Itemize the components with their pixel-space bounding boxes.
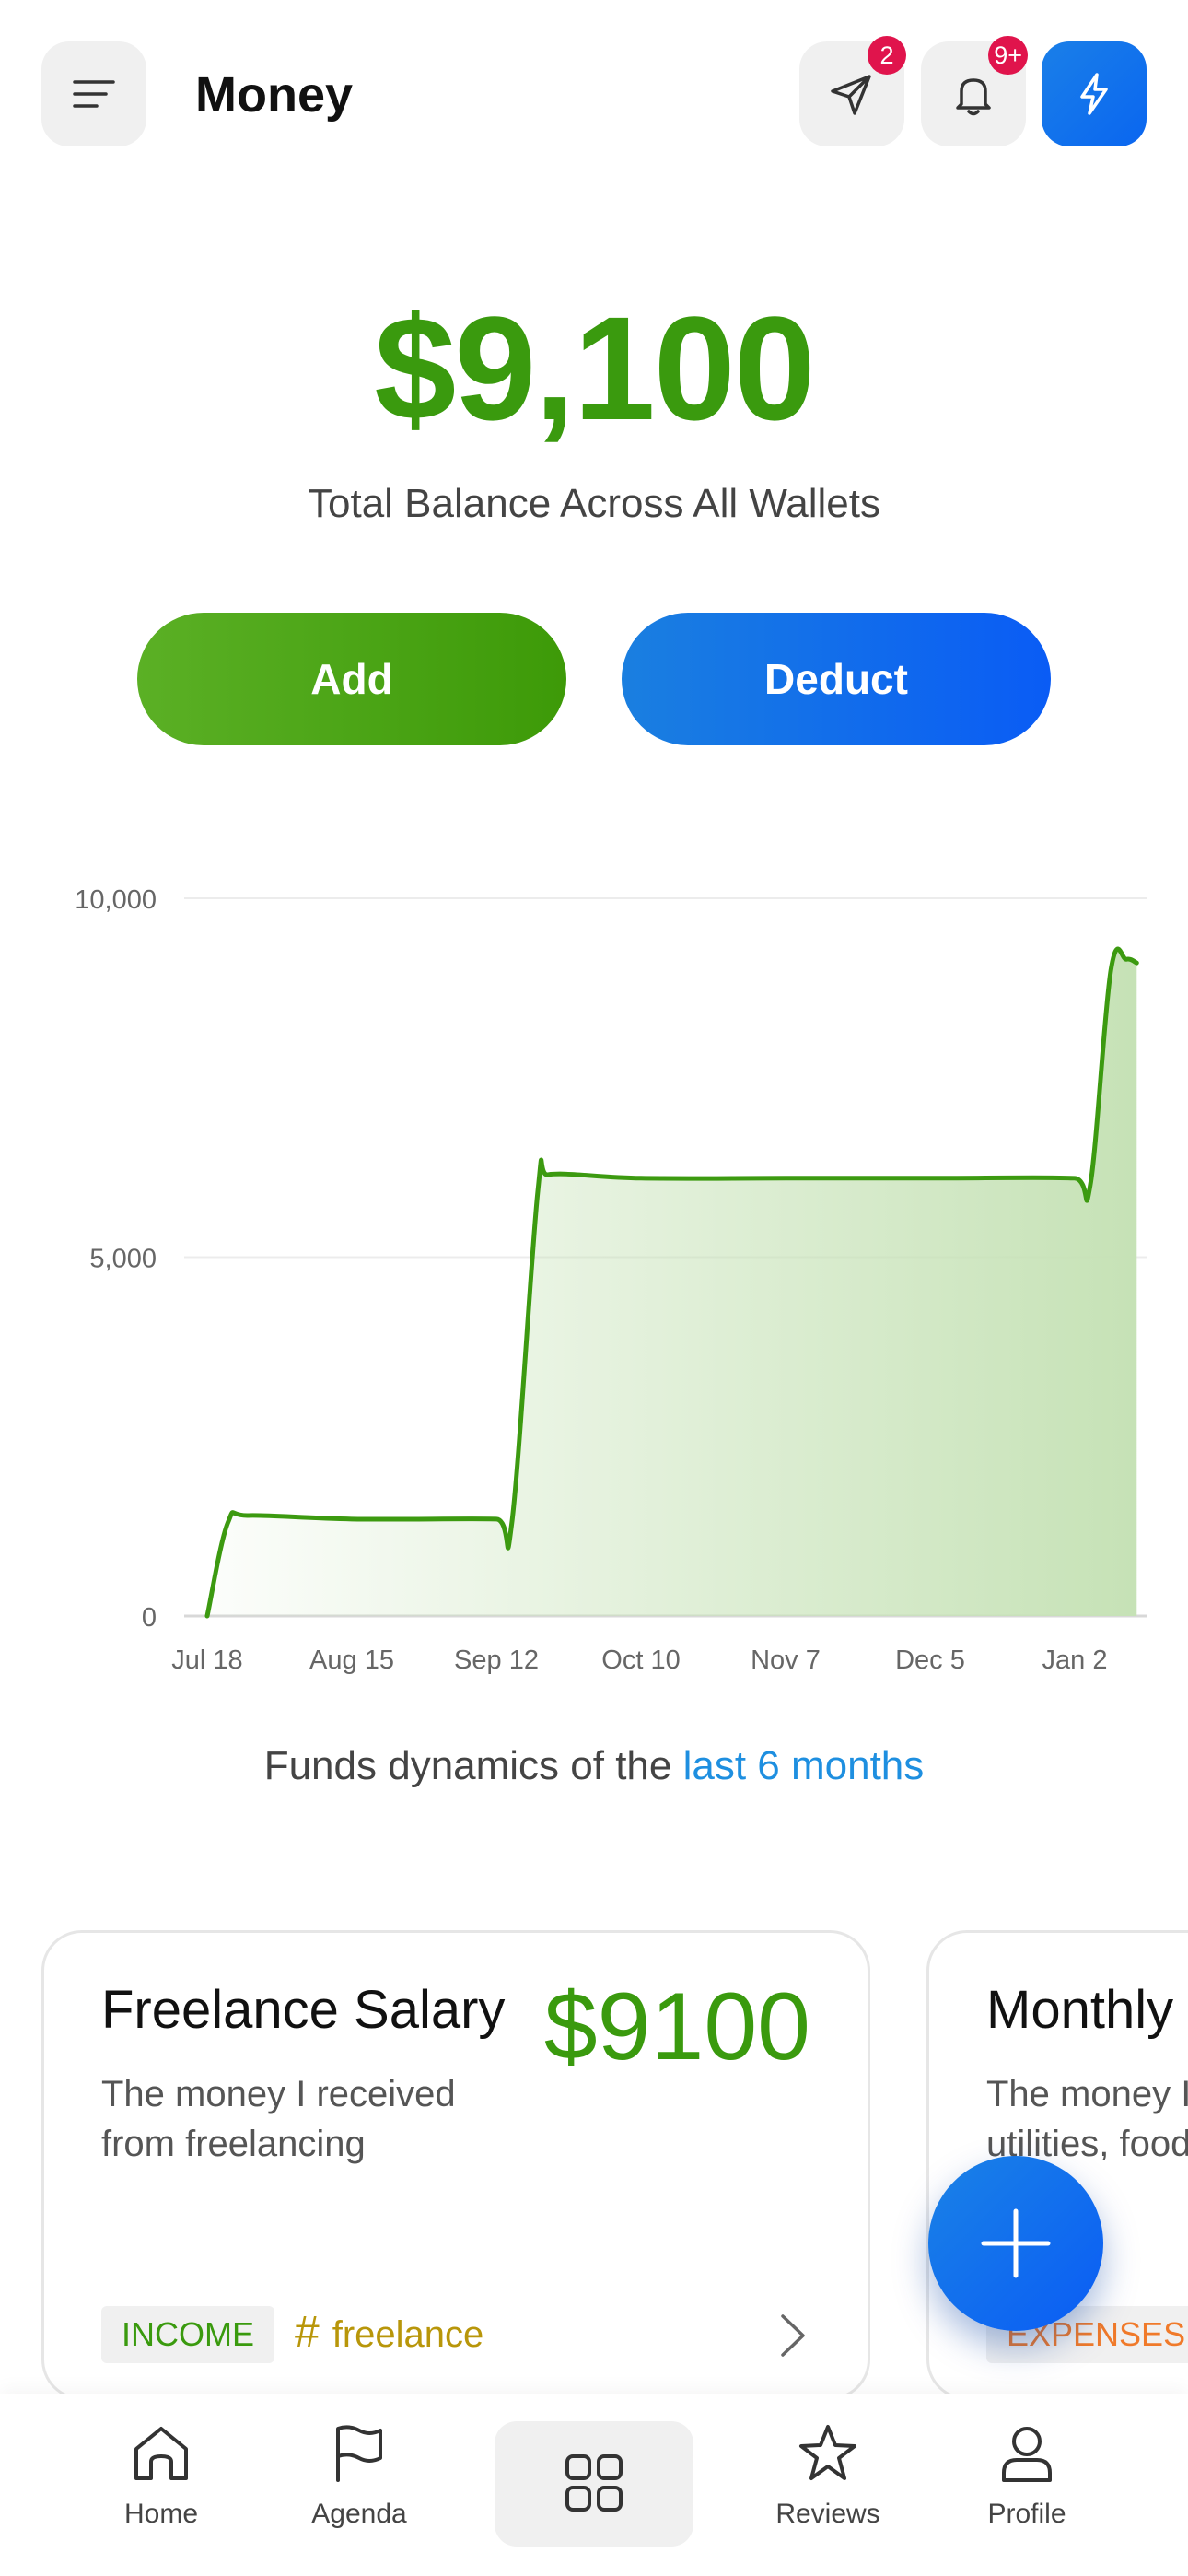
notifications-button[interactable]: 9+ [921,36,1028,146]
x-tick-label: Jan 2 [1042,1645,1108,1675]
hashtag-icon: # [295,2308,320,2357]
menu-button[interactable] [41,41,146,146]
lightning-icon [1080,73,1108,115]
hashtag-label: freelance [332,2314,484,2355]
send-icon [831,75,871,115]
wallet-description: The money I utilities, food [986,2069,1188,2169]
chart-caption: Funds dynamics of the last 6 months [0,1743,1188,1789]
nav-agenda[interactable]: Agenda [267,2421,451,2550]
x-tick-label: Sep 12 [454,1645,539,1675]
x-tick-label: Dec 5 [895,1645,965,1675]
nav-profile[interactable]: Profile [935,2421,1119,2550]
y-tick-label: 10,000 [75,885,157,915]
funds-chart: 10,000 5,000 0 Jul 18 Aug 15 Sep 12 Oct 10 Nov … [75,885,1147,1675]
quick-action-button[interactable] [1042,41,1147,146]
y-tick-label: 5,000 [89,1245,157,1274]
nav-home[interactable]: Home [69,2421,253,2550]
menu-icon [73,80,115,108]
wallet-card[interactable]: Monthly The money I utilities, food EXPE… [926,1930,1188,2400]
x-tick-label: Oct 10 [601,1645,680,1675]
wallet-hashtag[interactable]: # freelance [295,2304,483,2363]
y-tick-label: 0 [142,1603,157,1633]
home-icon [134,2427,188,2480]
total-balance: $9,100 [374,286,815,451]
plus-icon [981,2208,1051,2278]
x-tick-label: Nov 7 [751,1645,821,1675]
period-link[interactable]: last 6 months [683,1743,925,1788]
wallet-title: Monthly [986,1980,1174,2040]
app-header: Money 2 9+ [0,0,1188,193]
send-badge: 2 [868,36,906,75]
nav-label: Agenda [311,2499,407,2529]
wallet-type-tag: INCOME [101,2306,274,2363]
caption-text: Funds dynamics of the [263,1743,683,1788]
total-balance-label: Total Balance Across All Wallets [308,481,880,526]
deduct-button[interactable]: Deduct [622,613,1051,745]
wallet-card[interactable]: Freelance Salary $9100 The money I recei… [41,1930,870,2400]
bell-icon [956,78,991,116]
add-button[interactable]: Add [137,613,566,745]
page-title: Money [195,67,354,123]
x-tick-label: Jul 18 [171,1645,242,1675]
chevron-right-icon[interactable] [774,2311,810,2360]
nav-reviews[interactable]: Reviews [736,2421,920,2550]
wallet-amount: $9100 [543,1973,810,2080]
x-tick-label: Aug 15 [309,1645,394,1675]
star-icon [799,2425,856,2480]
user-icon [1002,2427,1052,2482]
series-area [207,949,1137,1616]
notifications-badge: 9+ [988,36,1028,75]
nav-label: Home [123,2499,199,2529]
wallet-description: The money I received from freelancing [101,2074,456,2164]
flag-icon [336,2425,382,2482]
wallet-description-line: The money I [986,2074,1188,2114]
grid-icon [565,2454,623,2512]
nav-apps[interactable] [495,2421,693,2547]
nav-label: Reviews [775,2499,880,2529]
send-button[interactable]: 2 [799,36,906,146]
add-wallet-fab[interactable] [928,2156,1103,2331]
wallet-title: Freelance Salary [101,1980,506,2040]
nav-label: Profile [987,2499,1066,2529]
bottom-navigation: Home Agenda Reviews Profile [0,2394,1188,2576]
